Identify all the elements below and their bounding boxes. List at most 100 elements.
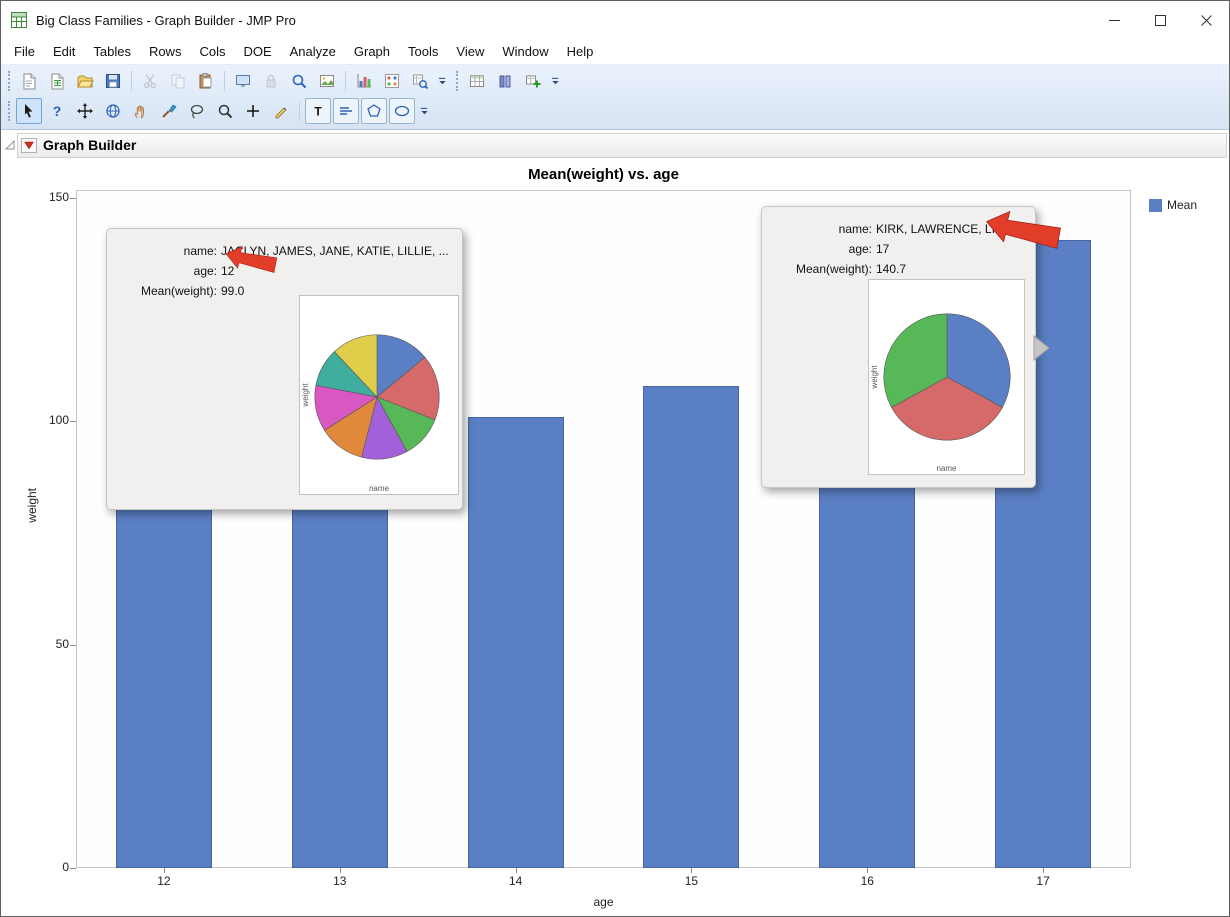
selection-tool-icon: [106, 104, 120, 118]
open-button[interactable]: [72, 68, 98, 94]
hover-pie-chart: weight name: [868, 279, 1025, 475]
text-tool-icon: T: [314, 105, 322, 119]
x-tick-14: 14: [508, 874, 523, 888]
toolbar-grip[interactable]: [456, 71, 458, 91]
brush-tool-button[interactable]: [156, 98, 182, 124]
bar-age-14[interactable]: [467, 416, 564, 868]
red-triangle-icon: [24, 141, 34, 149]
y-tick-100: 100: [48, 413, 69, 428]
drilldown-arrow-icon[interactable]: [1033, 335, 1051, 361]
menu-cols[interactable]: Cols: [190, 41, 234, 62]
legend: Mean: [1149, 198, 1197, 212]
search-icon: [292, 74, 307, 89]
toolbar-grip[interactable]: [8, 101, 10, 121]
capture-icon: [236, 75, 250, 87]
legend-swatch: [1149, 198, 1162, 212]
toolbar-sep: [299, 101, 300, 121]
cut-button[interactable]: [137, 68, 163, 94]
hover-row-label: Mean(weight):: [795, 262, 872, 276]
menu-window[interactable]: Window: [493, 41, 557, 62]
help-tool-button[interactable]: ?: [44, 98, 70, 124]
y-axis-title: weight: [25, 488, 39, 523]
menu-file[interactable]: File: [5, 41, 44, 62]
oval-tool-button[interactable]: [389, 98, 415, 124]
x-tick-mark: [691, 868, 693, 873]
hover-row-label: name:: [183, 244, 217, 258]
hover-row-name: name: JACLYN, JAMES, JANE, KATIE, LILLIE,…: [117, 241, 456, 261]
svg-text:T: T: [314, 105, 322, 119]
bar-age-15[interactable]: [643, 385, 740, 868]
lasso-tool-button[interactable]: [184, 98, 210, 124]
save-button[interactable]: [100, 68, 126, 94]
menu-doe[interactable]: DOE: [234, 41, 280, 62]
hover-row-value: 140.7: [876, 262, 907, 276]
data-table-button[interactable]: [464, 68, 490, 94]
scroller-tool-icon: [77, 103, 93, 119]
update-table-button[interactable]: [520, 68, 546, 94]
overflow-chevron-icon: [420, 107, 428, 114]
x-tick-15: 15: [684, 874, 699, 888]
menu-help[interactable]: Help: [558, 41, 603, 62]
copy-button[interactable]: [165, 68, 191, 94]
open-icon: [77, 75, 94, 88]
maximize-button[interactable]: [1137, 1, 1183, 39]
magnifier-tool-button[interactable]: [212, 98, 238, 124]
menu-rows[interactable]: Rows: [140, 41, 191, 62]
select-tool-icon: [25, 104, 33, 118]
select-tool-button[interactable]: [16, 98, 42, 124]
lock-icon: [266, 74, 276, 88]
text-tool-button[interactable]: T: [305, 98, 331, 124]
search-button[interactable]: [286, 68, 312, 94]
overflow-chevron-button[interactable]: [417, 98, 432, 124]
scroller-tool-button[interactable]: [72, 98, 98, 124]
crosshair-tool-button[interactable]: [240, 98, 266, 124]
y-tick-50: 50: [55, 636, 69, 651]
paste-button[interactable]: [193, 68, 219, 94]
query-button[interactable]: [407, 68, 433, 94]
toolbar-row-1: [3, 66, 1227, 96]
new-journal-button[interactable]: [16, 68, 42, 94]
brush-tool-icon: [162, 104, 177, 118]
line-tool-button[interactable]: [333, 98, 359, 124]
columns-viewer-button[interactable]: [492, 68, 518, 94]
menu-tools[interactable]: Tools: [399, 41, 447, 62]
close-button[interactable]: [1183, 1, 1229, 39]
minimize-button[interactable]: [1091, 1, 1137, 39]
menu-view[interactable]: View: [447, 41, 493, 62]
copy-icon: [171, 74, 185, 89]
pie-y-axis-label: weight: [870, 365, 879, 389]
doe-design-icon: [385, 74, 399, 88]
x-tick-17: 17: [1036, 874, 1050, 888]
new-data-table-button[interactable]: [44, 68, 70, 94]
menu-graph[interactable]: Graph: [345, 41, 399, 62]
data-table-icon: [470, 75, 484, 87]
new-data-table-icon: [51, 73, 64, 90]
toolbar-grip[interactable]: [8, 71, 10, 91]
picture-button[interactable]: [314, 68, 340, 94]
hover-row-value: 99.0: [221, 284, 245, 298]
menu-tables[interactable]: Tables: [84, 41, 140, 62]
graph-builder-button[interactable]: [351, 68, 377, 94]
app-window: Big Class Families - Graph Builder - JMP…: [0, 0, 1230, 917]
collapse-triangle-icon[interactable]: [4, 139, 16, 151]
selection-tool-button[interactable]: [100, 98, 126, 124]
grabber-tool-button[interactable]: [128, 98, 154, 124]
paste-icon: [199, 73, 212, 89]
overflow-chevron-button[interactable]: [435, 68, 450, 94]
hover-row-label: age:: [848, 242, 872, 256]
capture-button[interactable]: [230, 68, 256, 94]
red-triangle-menu-button[interactable]: [21, 137, 37, 153]
hover-row-age: age: 12: [117, 261, 456, 281]
annotate-tool-button[interactable]: [268, 98, 294, 124]
menu-edit[interactable]: Edit: [44, 41, 84, 62]
oval-tool-icon: [394, 105, 410, 117]
app-icon: [11, 12, 27, 28]
polygon-tool-button[interactable]: [361, 98, 387, 124]
x-axis-title: age: [593, 895, 614, 909]
menu-analyze[interactable]: Analyze: [281, 41, 345, 62]
chart-area: Mean(weight) vs. age weight age Mean nam…: [1, 158, 1229, 916]
hover-row-label: name:: [838, 222, 872, 236]
overflow-chevron-button[interactable]: [548, 68, 563, 94]
lock-button[interactable]: [258, 68, 284, 94]
doe-design-button[interactable]: [379, 68, 405, 94]
